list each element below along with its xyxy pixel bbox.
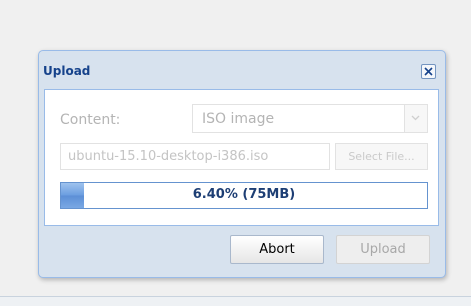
- dialog-title: Upload: [43, 64, 91, 78]
- content-select-value: ISO image: [202, 111, 275, 127]
- upload-dialog: Upload Content: ISO image ubuntu-15.10-d…: [38, 50, 446, 278]
- file-name-field[interactable]: ubuntu-15.10-desktop-i386.iso: [60, 143, 330, 170]
- upload-button[interactable]: Upload: [336, 235, 430, 264]
- content-select-trigger[interactable]: [404, 105, 427, 132]
- close-icon: [424, 67, 433, 76]
- upload-progress-bar: 6.40% (75MB): [60, 182, 428, 209]
- content-label: Content:: [60, 112, 121, 128]
- close-button[interactable]: [421, 64, 436, 79]
- abort-button[interactable]: Abort: [230, 235, 324, 264]
- chevron-down-icon: [411, 115, 420, 121]
- select-file-button[interactable]: Select File...: [335, 143, 428, 170]
- progress-text: 6.40% (75MB): [192, 187, 296, 202]
- file-name-value: ubuntu-15.10-desktop-i386.iso: [68, 149, 269, 164]
- content-select[interactable]: ISO image: [192, 104, 428, 133]
- dialog-body: Content: ISO image ubuntu-15.10-desktop-…: [44, 89, 439, 226]
- dialog-titlebar[interactable]: Upload: [39, 51, 445, 89]
